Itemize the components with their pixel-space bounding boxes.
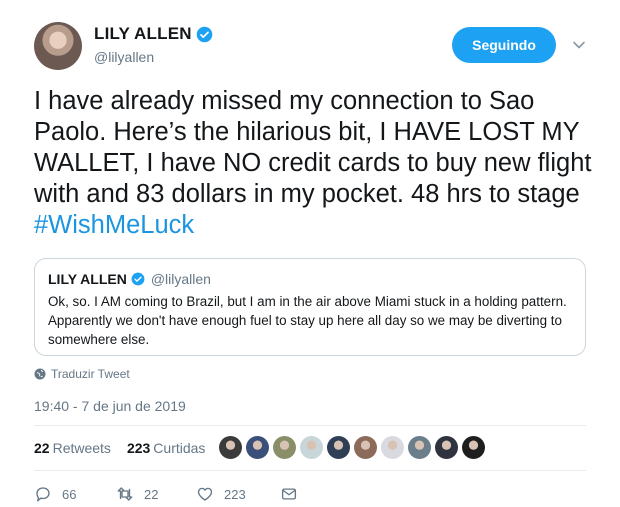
reply-icon <box>36 487 50 502</box>
author-name-row: LILY ALLEN <box>94 24 213 44</box>
likes-count: 223 <box>126 440 151 456</box>
like-action[interactable]: 223 <box>196 485 280 503</box>
verified-badge-icon <box>131 272 145 286</box>
retweet-action[interactable]: 22 <box>116 485 196 503</box>
liker-avatars <box>219 436 485 459</box>
liker-avatar[interactable] <box>300 436 323 459</box>
hashtag-link[interactable]: #WishMeLuck <box>34 211 194 239</box>
tweet-timestamp[interactable]: 19:40 - 7 de jun de 2019 <box>34 398 186 414</box>
likes-stat[interactable]: 223 Curtidas <box>127 440 206 456</box>
chevron-down-icon[interactable] <box>572 38 586 52</box>
liker-avatar[interactable] <box>408 436 431 459</box>
quoted-tweet-text: Ok, so. I AM coming to Brazil, but I am … <box>48 294 567 347</box>
like-count: 223 <box>224 486 246 502</box>
author-name[interactable]: LILY ALLEN <box>94 24 192 44</box>
heart-icon <box>197 487 213 501</box>
author-handle[interactable]: @lilyallen <box>94 49 154 65</box>
likes-label: Curtidas <box>153 440 206 456</box>
verified-badge-icon <box>196 26 213 42</box>
retweets-stat[interactable]: 22 Retweets <box>34 440 111 456</box>
retweets-label: Retweets <box>52 440 111 456</box>
tweet-actions: 66 22 223 <box>34 485 298 503</box>
translate-tweet-link[interactable]: Traduzir Tweet <box>34 367 130 381</box>
translate-label[interactable]: Traduzir Tweet <box>51 367 130 381</box>
following-button[interactable]: Seguindo <box>452 27 556 63</box>
tweet-stats: 22 Retweets 223 Curtidas <box>34 440 205 456</box>
envelope-icon <box>281 488 297 500</box>
reply-count: 66 <box>62 486 77 502</box>
liker-avatar[interactable] <box>327 436 350 459</box>
quoted-author-name: LILY ALLEN <box>48 271 127 287</box>
liker-avatar[interactable] <box>273 436 296 459</box>
liker-avatar[interactable] <box>246 436 269 459</box>
tweet-text: I have already missed my connection to S… <box>34 86 594 241</box>
quoted-author-row: LILY ALLEN @lilyallen <box>48 271 211 287</box>
retweet-count: 22 <box>144 486 159 502</box>
liker-avatar[interactable] <box>435 436 458 459</box>
author-avatar[interactable] <box>34 22 82 70</box>
liker-avatar[interactable] <box>354 436 377 459</box>
tweet-body: I have already missed my connection to S… <box>34 87 592 208</box>
liker-avatar[interactable] <box>381 436 404 459</box>
retweet-icon <box>117 487 133 501</box>
reply-action[interactable]: 66 <box>34 485 116 503</box>
retweets-count: 22 <box>34 440 50 456</box>
divider <box>34 470 586 471</box>
liker-avatar[interactable] <box>219 436 242 459</box>
divider <box>34 425 586 426</box>
globe-icon <box>34 368 46 380</box>
direct-message-action[interactable] <box>280 485 298 503</box>
liker-avatar[interactable] <box>462 436 485 459</box>
quoted-author-handle: @lilyallen <box>150 271 211 287</box>
